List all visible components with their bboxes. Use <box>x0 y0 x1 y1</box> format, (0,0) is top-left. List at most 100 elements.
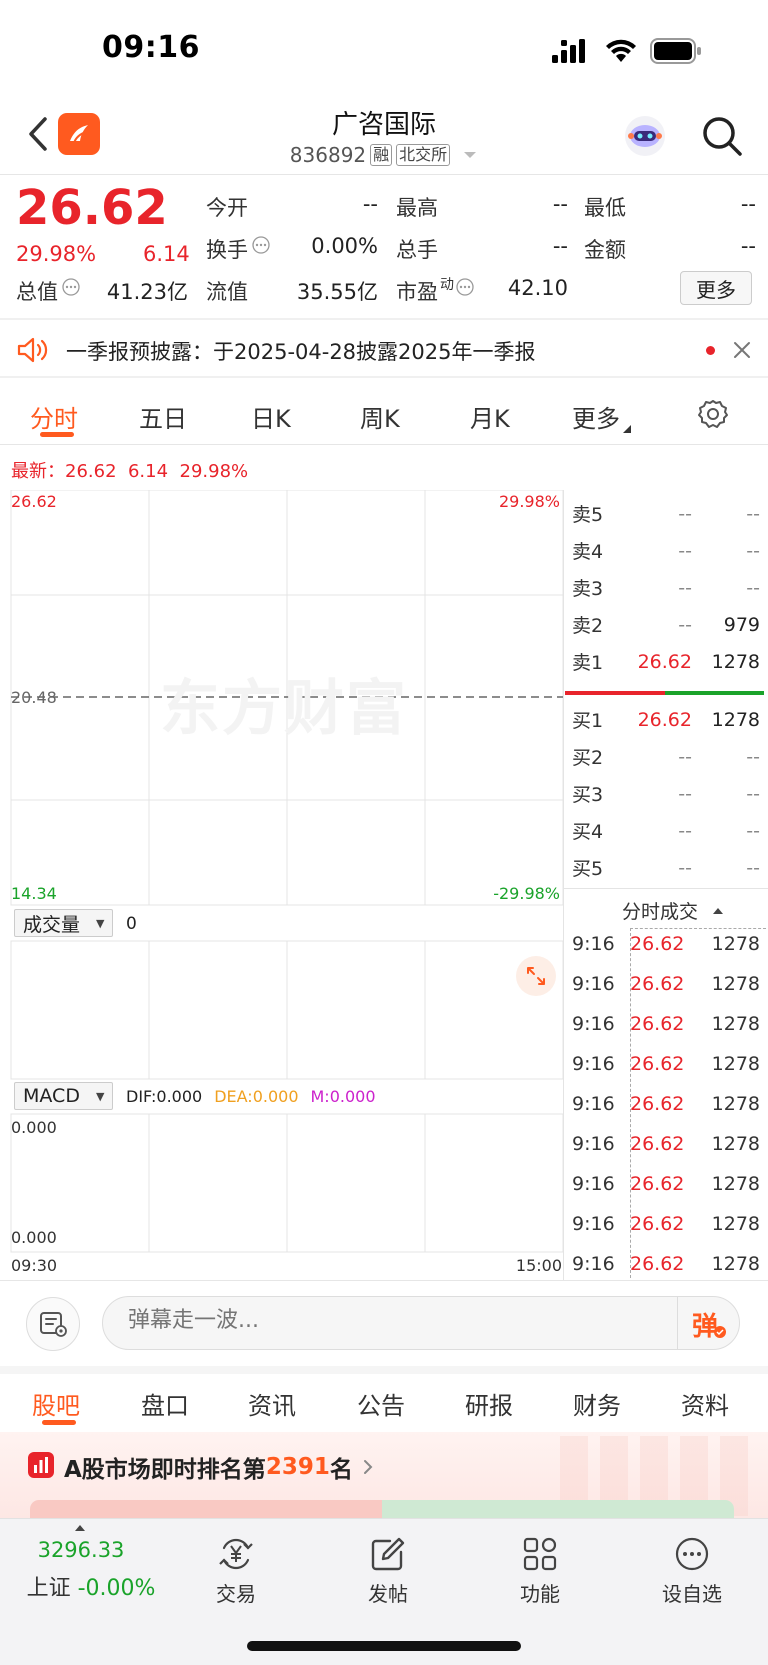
nav-post-label: 发帖 <box>368 1582 408 1606</box>
amount-label: 金额 <box>584 238 626 262</box>
turnover-label-group[interactable]: 换手 <box>206 234 270 264</box>
danmu-settings-icon <box>40 1312 67 1337</box>
tab-pankou[interactable]: 盘口 <box>141 1386 189 1421</box>
nav-post[interactable]: 发帖 <box>333 1536 443 1607</box>
tab-guba[interactable]: 股吧 <box>32 1386 80 1421</box>
bid-row-3: 买3 -- -- <box>572 782 760 807</box>
chevron-right-icon <box>363 1460 373 1474</box>
trade-row: 9:16 26.62 1278 <box>572 1053 760 1075</box>
trade-row: 9:16 26.62 1278 <box>572 1173 760 1195</box>
axis-bottom-price: 14.34 <box>11 884 57 903</box>
turnover-value: 0.00% <box>311 234 378 258</box>
danmu-separator <box>677 1297 678 1349</box>
grid-apps-icon <box>523 1537 557 1571</box>
header-divider <box>0 174 768 175</box>
trade-yen-icon <box>219 1538 253 1570</box>
volume-indicator-select[interactable]: 成交量 ▼ <box>14 909 114 937</box>
tab-daily-k[interactable]: 日K <box>251 399 291 434</box>
open-value: -- <box>362 192 378 216</box>
index-change: -0.00% <box>77 1576 156 1601</box>
status-icons <box>552 38 702 64</box>
stock-code: 836892 <box>289 143 367 167</box>
ask-row-1: 卖1 26.62 1278 <box>572 650 760 675</box>
bid-ask-bar-red <box>565 691 665 695</box>
tab-more[interactable]: 更多 <box>572 399 632 434</box>
tab-intraday[interactable]: 分时 <box>30 399 78 434</box>
axis-top-pct: 29.98% <box>498 492 560 511</box>
latest-change: 6.14 <box>127 461 169 482</box>
trades-title-toggle[interactable]: 分时成交 <box>622 897 724 924</box>
rank-text: A股市场即时排名第 2391 名 <box>64 1450 375 1484</box>
bid-row-1: 买1 26.62 1278 <box>572 708 760 733</box>
nav-add-watchlist[interactable]: 设自选 <box>637 1536 747 1607</box>
trade-row: 9:16 26.62 1278 <box>572 1213 760 1235</box>
tab-five-day[interactable]: 五日 <box>139 399 187 434</box>
compose-icon <box>371 1537 405 1571</box>
more-dots-circle-icon <box>675 1537 709 1571</box>
rank-suffix: 名 <box>329 1457 353 1483</box>
turnover-label: 换手 <box>206 238 248 262</box>
expand-icon <box>527 967 545 985</box>
orderbook-divider <box>563 490 564 1280</box>
trade-row: 9:16 26.62 1278 <box>572 1093 760 1115</box>
tab-weekly-k[interactable]: 周K <box>360 399 400 434</box>
wifi-icon <box>606 39 636 62</box>
ask-row-2: 卖2 -- 979 <box>572 613 760 638</box>
info-dots-icon <box>252 236 270 254</box>
danmu-input[interactable] <box>128 1308 548 1333</box>
float-label: 流值 <box>206 280 248 304</box>
pe-label-group[interactable]: 市盈 动 <box>396 276 474 306</box>
tabs-divider <box>0 444 768 445</box>
tab-active-underline <box>40 432 74 437</box>
robot-assistant-icon[interactable] <box>623 114 667 158</box>
index-value[interactable]: 3296.33 <box>0 1538 162 1562</box>
axis-top-price: 26.62 <box>11 492 57 511</box>
bid-ask-bar-green <box>665 691 764 695</box>
nav-functions[interactable]: 功能 <box>485 1536 595 1607</box>
nav-trade[interactable]: 交易 <box>181 1536 291 1607</box>
pe-superscript: 动 <box>440 277 454 293</box>
ask-row-5: 卖5 -- -- <box>572 502 760 527</box>
amount-value: -- <box>740 234 756 258</box>
trade-row: 9:16 26.62 1278 <box>572 1133 760 1155</box>
volume-value: -- <box>552 234 568 258</box>
volume-label: 总手 <box>396 238 438 262</box>
macd-indicator-select[interactable]: MACD ▼ <box>14 1082 114 1110</box>
volume-indicator-label: 成交量 <box>23 913 81 936</box>
latest-label: 最新： <box>11 461 65 482</box>
cellular-signal-icon <box>552 39 585 63</box>
low-value: -- <box>740 192 756 216</box>
tab-news[interactable]: 资讯 <box>248 1386 296 1421</box>
macd-m: M:0.000 <box>310 1087 376 1106</box>
close-icon[interactable] <box>732 340 752 360</box>
caret-down-icon <box>464 152 477 158</box>
danmu-settings-button[interactable] <box>26 1297 80 1351</box>
high-label: 最高 <box>396 196 438 220</box>
info-dots-icon <box>456 278 474 296</box>
tab-finance[interactable]: 财务 <box>573 1386 621 1421</box>
corner-caret-icon <box>623 425 631 433</box>
pe-label: 市盈 <box>396 280 438 304</box>
notice-text[interactable]: 一季报预披露：于2025-04-28披露2025年一季报 <box>66 336 535 366</box>
change-amount: 6.14 <box>143 242 190 266</box>
tab-announcements[interactable]: 公告 <box>357 1386 405 1421</box>
pe-value: 42.10 <box>507 276 568 300</box>
macd-values: DIF:0.000 DEA:0.000 M:0.000 <box>126 1087 376 1106</box>
mktcap-label-group[interactable]: 总值 <box>16 276 80 306</box>
search-icon[interactable] <box>700 114 744 158</box>
quote-more-button[interactable]: 更多 <box>680 271 752 305</box>
tab-profile[interactable]: 资料 <box>681 1386 729 1421</box>
tab-monthly-k[interactable]: 月K <box>470 399 510 434</box>
index-summary[interactable]: 上证 -0.00% <box>0 1570 182 1602</box>
tab-more-label: 更多 <box>572 405 620 433</box>
expand-chart-button[interactable] <box>516 956 556 996</box>
watermark: 东方财富 <box>160 674 408 744</box>
settings-gear-icon[interactable] <box>697 398 729 430</box>
mktcap-label: 总值 <box>16 280 58 304</box>
macd-dea: DEA:0.000 <box>214 1087 299 1106</box>
tab-research[interactable]: 研报 <box>465 1386 513 1421</box>
quote-divider <box>0 318 768 320</box>
macd-indicator-label: MACD <box>23 1085 80 1107</box>
dropdown-caret-icon: ▼ <box>96 916 105 930</box>
chart-bottom-divider <box>0 1280 768 1281</box>
